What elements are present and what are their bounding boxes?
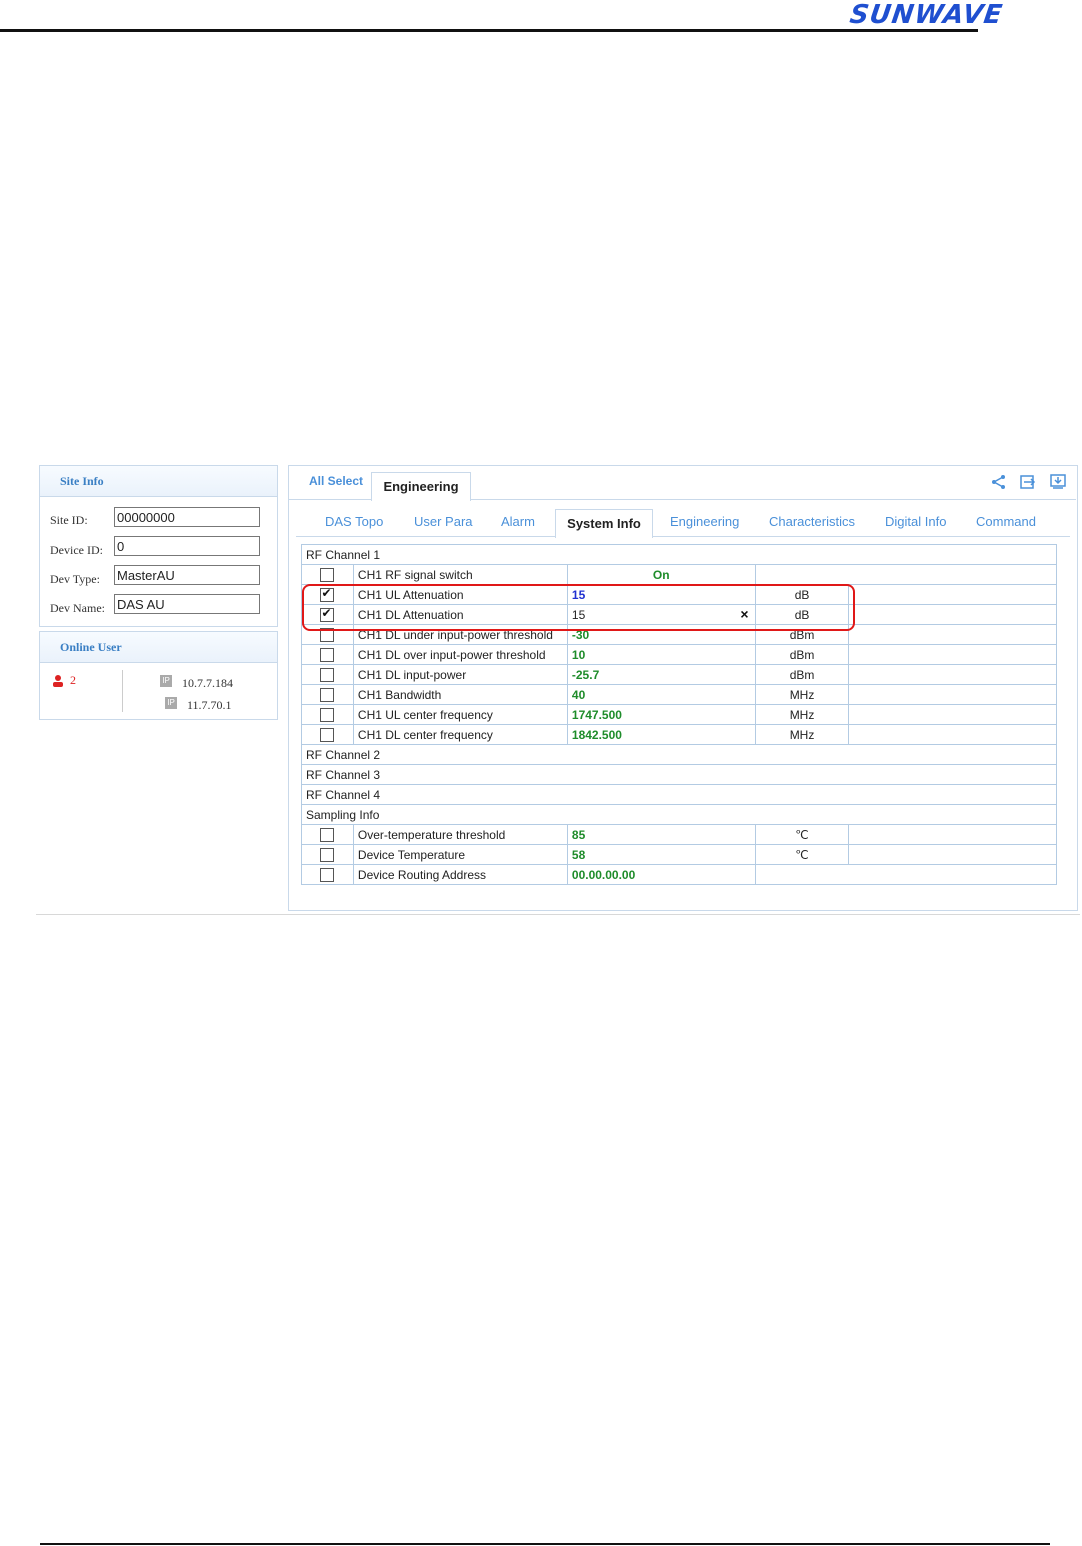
tab-command[interactable]: Command bbox=[976, 514, 1036, 529]
site-id-label: Site ID: bbox=[50, 513, 88, 527]
dev-type-field[interactable]: MasterAU bbox=[114, 565, 260, 585]
param-name: Device Routing Address bbox=[352, 864, 568, 885]
dev-name-field[interactable]: DAS AU bbox=[114, 594, 260, 614]
param-value: 1842.500 bbox=[566, 724, 756, 745]
tab-system-info[interactable]: System Info bbox=[555, 509, 653, 538]
online-ip-1: 10.7.7.184 bbox=[182, 676, 233, 690]
online-user-title: Online User bbox=[40, 632, 277, 663]
download-icon[interactable] bbox=[1050, 474, 1066, 490]
param-unit: MHz bbox=[754, 704, 850, 725]
header-rule bbox=[0, 29, 978, 32]
param-name: CH1 DL center frequency bbox=[352, 724, 568, 745]
param-unit: ℃ bbox=[754, 824, 850, 845]
export-icon[interactable] bbox=[1020, 474, 1036, 490]
param-unit: ℃ bbox=[754, 844, 850, 865]
param-value: 00.00.00.00 bbox=[566, 864, 756, 885]
tab-alarm[interactable]: Alarm bbox=[501, 514, 535, 529]
param-name: CH1 DL over input-power threshold bbox=[352, 644, 568, 665]
user-divider bbox=[122, 670, 123, 712]
share-icon[interactable] bbox=[991, 474, 1007, 490]
ip-badge-icon: IP bbox=[160, 675, 172, 687]
tab-das-topo[interactable]: DAS Topo bbox=[325, 514, 383, 529]
tab-characteristics[interactable]: Characteristics bbox=[769, 514, 855, 529]
tab-engineering-top[interactable]: Engineering bbox=[371, 472, 471, 501]
footer-rule bbox=[40, 1543, 1050, 1545]
row-checkbox[interactable] bbox=[320, 708, 335, 722]
ip-badge-icon: IP bbox=[165, 697, 177, 709]
site-id-field[interactable]: 00000000 bbox=[114, 507, 260, 527]
group-row-sampling-info[interactable]: Sampling Info bbox=[301, 804, 1057, 825]
group-label: RF Channel 1 bbox=[301, 544, 1057, 565]
tab-all-select[interactable]: All Select bbox=[309, 474, 363, 488]
group-row-rf-channel-3[interactable]: RF Channel 3 bbox=[301, 764, 1057, 785]
group-label: RF Channel 2 bbox=[301, 744, 1057, 765]
param-unit: MHz bbox=[754, 724, 850, 745]
device-id-label: Device ID: bbox=[50, 543, 103, 557]
tab-digital-info[interactable]: Digital Info bbox=[885, 514, 946, 529]
param-value: 58 bbox=[566, 844, 756, 865]
param-name: Over-temperature threshold bbox=[352, 824, 568, 845]
row-checkbox[interactable] bbox=[320, 848, 335, 862]
group-row-rf-channel-1[interactable]: RF Channel 1 bbox=[301, 544, 1057, 565]
group-label: RF Channel 4 bbox=[301, 784, 1057, 805]
table-row: Device Temperature 58 ℃ bbox=[301, 844, 1057, 865]
site-info-title: Site Info bbox=[40, 466, 277, 497]
dev-type-label: Dev Type: bbox=[50, 572, 100, 586]
param-unit: dBm bbox=[754, 664, 850, 685]
param-value: On bbox=[566, 564, 756, 585]
param-unit: MHz bbox=[754, 684, 850, 705]
row-checkbox[interactable] bbox=[320, 728, 335, 742]
row-checkbox[interactable] bbox=[320, 868, 335, 882]
dev-name-label: Dev Name: bbox=[50, 601, 105, 615]
table-row: CH1 UL center frequency 1747.500 MHz bbox=[301, 704, 1057, 725]
param-value: 40 bbox=[566, 684, 756, 705]
table-row: Over-temperature threshold 85 ℃ bbox=[301, 824, 1057, 845]
table-row: CH1 RF signal switch On bbox=[301, 564, 1058, 585]
param-name: CH1 UL center frequency bbox=[352, 704, 568, 725]
online-user-panel: Online User 2 IP 10.7.7.184 IP 11.7.70.1 bbox=[39, 631, 278, 720]
param-name: Device Temperature bbox=[352, 844, 568, 865]
online-user-count: 2 bbox=[70, 673, 76, 687]
row-checkbox[interactable] bbox=[320, 568, 335, 582]
row-checkbox[interactable] bbox=[320, 688, 335, 702]
table-row: CH1 Bandwidth 40 MHz bbox=[301, 684, 1057, 705]
table-row: Device Routing Address 00.00.00.00 bbox=[301, 864, 1058, 885]
sub-tab-bar-line bbox=[296, 536, 1070, 537]
table-row: CH1 DL input-power -25.7 dBm bbox=[301, 664, 1057, 685]
group-row-rf-channel-2[interactable]: RF Channel 2 bbox=[301, 744, 1057, 765]
group-row-rf-channel-4[interactable]: RF Channel 4 bbox=[301, 784, 1057, 805]
device-id-field[interactable]: 0 bbox=[114, 536, 260, 556]
row-checkbox[interactable] bbox=[320, 648, 335, 662]
table-row: CH1 DL center frequency 1842.500 MHz bbox=[301, 724, 1057, 745]
row-checkbox[interactable] bbox=[320, 828, 335, 842]
param-value: 1747.500 bbox=[566, 704, 756, 725]
group-label: Sampling Info bbox=[301, 804, 1057, 825]
group-label: RF Channel 3 bbox=[301, 764, 1057, 785]
param-value: 10 bbox=[566, 644, 756, 665]
tab-engineering[interactable]: Engineering bbox=[670, 514, 739, 529]
param-name: CH1 DL input-power bbox=[352, 664, 568, 685]
screenshot-bottom-rule bbox=[36, 914, 1080, 915]
row-checkbox[interactable] bbox=[320, 668, 335, 682]
param-value: 85 bbox=[566, 824, 756, 845]
site-info-panel: Site Info Site ID: 00000000 Device ID: 0… bbox=[39, 465, 278, 627]
user-icon bbox=[52, 674, 64, 687]
table-row: CH1 DL over input-power threshold 10 dBm bbox=[301, 644, 1057, 665]
param-unit: dBm bbox=[754, 644, 850, 665]
param-name: CH1 Bandwidth bbox=[352, 684, 568, 705]
sunwave-logo: SUNWAVE bbox=[847, 0, 1005, 30]
param-name: CH1 RF signal switch bbox=[352, 564, 568, 585]
tab-user-para[interactable]: User Para bbox=[414, 514, 473, 529]
online-ip-2: 11.7.70.1 bbox=[187, 698, 232, 712]
param-value: -25.7 bbox=[566, 664, 756, 685]
highlight-box bbox=[302, 584, 855, 631]
